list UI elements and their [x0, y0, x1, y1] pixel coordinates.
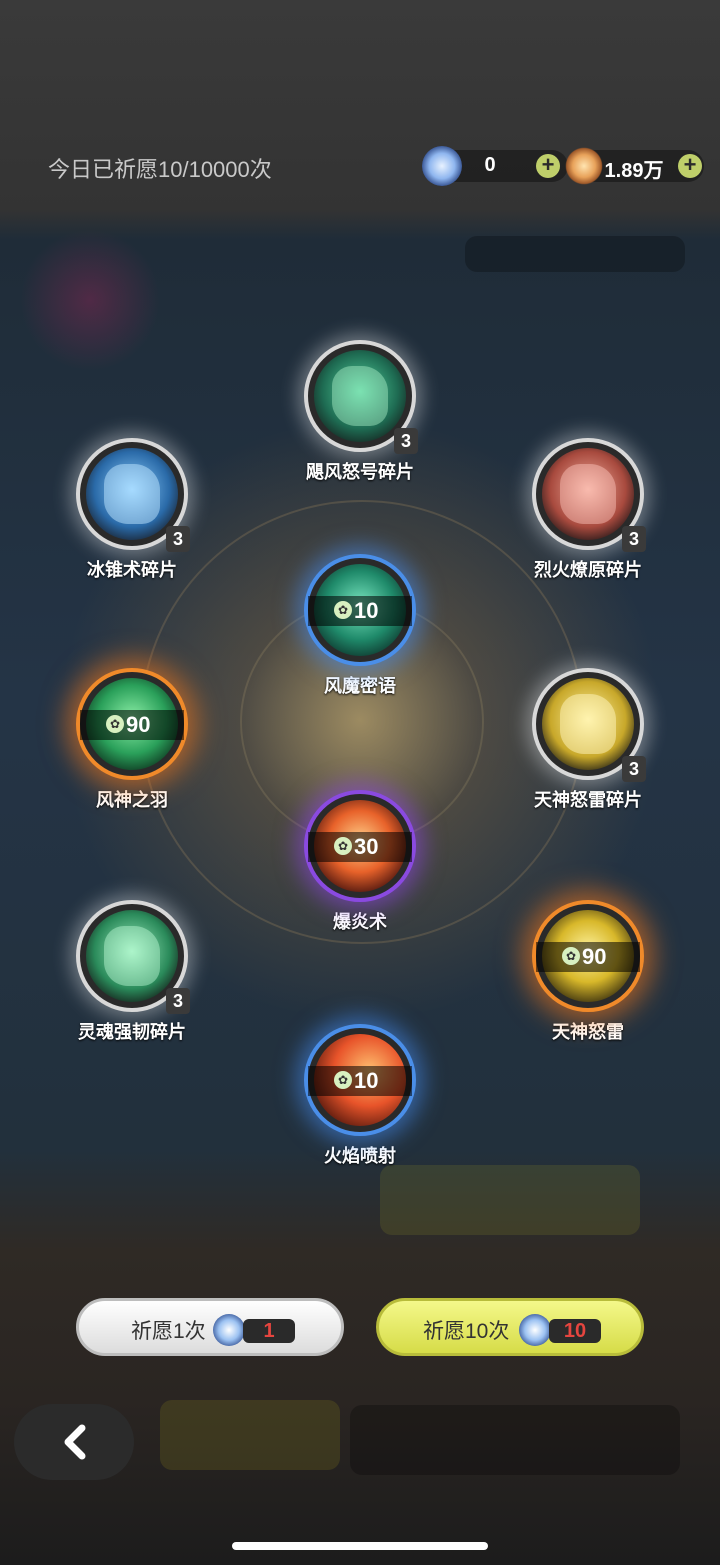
fragment-count: 3 — [622, 756, 646, 782]
puzzle-piece-icon — [332, 366, 388, 426]
clover-icon: ✿ — [334, 601, 352, 619]
puzzle-piece-icon — [560, 464, 616, 524]
fragment-orb: 3 — [532, 438, 646, 552]
blurred-panel — [350, 1405, 680, 1475]
item-name: 爆炎术 — [333, 912, 387, 932]
clover-icon: ✿ — [562, 947, 580, 965]
reward-item[interactable]: ✿ 30 爆炎术 — [250, 790, 470, 934]
reward-item[interactable]: 3 冰锥术碎片 — [22, 438, 242, 582]
skill-count: 90 — [126, 712, 151, 737]
fragment-art — [314, 350, 406, 442]
item-name: 飓风怒号碎片 — [306, 462, 414, 482]
crystal-icon — [213, 1314, 245, 1346]
fragment-orb: 3 — [76, 438, 190, 552]
blurred-panel — [160, 1400, 340, 1470]
star-value: 1.89万 — [604, 160, 664, 182]
fragment-art — [86, 448, 178, 540]
skill-orb: ✿ 10 — [304, 1024, 416, 1136]
crystal-value: 0 — [484, 154, 496, 176]
item-name: 天神怒雷 — [552, 1022, 624, 1042]
orange-star-icon — [564, 146, 604, 186]
skill-count-strip: ✿ 10 — [308, 1066, 412, 1096]
puzzle-piece-icon — [104, 464, 160, 524]
wish-once-button[interactable]: 祈愿1次 1 — [76, 1298, 344, 1356]
skill-orb: ✿ 30 — [304, 790, 416, 902]
crystal-icon — [519, 1314, 551, 1346]
item-name: 天神怒雷碎片 — [534, 790, 642, 810]
add-star-button[interactable]: + — [678, 154, 702, 178]
wish-once-label: 祈愿1次 — [131, 1320, 206, 1343]
clover-icon: ✿ — [334, 1071, 352, 1089]
blurred-panel — [465, 236, 685, 272]
fragment-art — [542, 448, 634, 540]
crystal-currency: 0 + — [422, 146, 568, 186]
item-name: 火焰喷射 — [324, 1146, 396, 1166]
chevron-left-icon — [64, 1424, 86, 1460]
fragment-count: 3 — [394, 428, 418, 454]
item-name: 灵魂强韧碎片 — [78, 1022, 186, 1042]
fragment-orb: 3 — [76, 900, 190, 1014]
skill-count-strip: ✿ 90 — [80, 710, 184, 740]
reward-item[interactable]: 3 天神怒雷碎片 — [478, 668, 698, 812]
clover-icon: ✿ — [334, 837, 352, 855]
daily-wish-count: 今日已祈愿10/10000次 — [48, 157, 272, 182]
item-name: 冰锥术碎片 — [87, 560, 177, 580]
heart-piece-icon — [104, 926, 160, 986]
wish-once-cost: 1 — [243, 1319, 295, 1343]
wish-ten-button[interactable]: 祈愿10次 10 — [376, 1298, 644, 1356]
reward-item[interactable]: ✿ 10 风魔密语 — [250, 554, 470, 698]
skill-count: 10 — [354, 1068, 379, 1093]
fragment-count: 3 — [166, 988, 190, 1014]
fragment-art — [86, 910, 178, 1002]
fragment-count: 3 — [622, 526, 646, 552]
reward-item[interactable]: 3 飓风怒号碎片 — [250, 340, 470, 484]
add-crystal-button[interactable]: + — [536, 154, 560, 178]
item-name: 烈火燎原碎片 — [534, 560, 642, 580]
puzzle-piece-icon — [560, 694, 616, 754]
back-button[interactable] — [14, 1404, 134, 1480]
skill-count: 90 — [582, 944, 607, 969]
top-bar: 今日已祈愿10/10000次 0 + 1.89万 + — [0, 130, 720, 200]
wish-ten-label: 祈愿10次 — [423, 1320, 510, 1343]
star-currency: 1.89万 + — [564, 146, 704, 186]
skill-count-strip: ✿ 90 — [536, 942, 640, 972]
item-name: 风魔密语 — [324, 676, 396, 696]
skill-count-strip: ✿ 10 — [308, 596, 412, 626]
fragment-orb: 3 — [532, 668, 646, 782]
reward-item[interactable]: ✿ 10 火焰喷射 — [250, 1024, 470, 1168]
skill-count: 10 — [354, 598, 379, 623]
skill-count-strip: ✿ 30 — [308, 832, 412, 862]
reward-item[interactable]: ✿ 90 天神怒雷 — [478, 900, 698, 1044]
skill-orb: ✿ 10 — [304, 554, 416, 666]
clover-icon: ✿ — [106, 715, 124, 733]
reward-item[interactable]: 3 烈火燎原碎片 — [478, 438, 698, 582]
skill-orb: ✿ 90 — [76, 668, 188, 780]
skill-count: 30 — [354, 834, 379, 859]
blue-crystal-icon — [422, 146, 462, 186]
fragment-count: 3 — [166, 526, 190, 552]
home-indicator[interactable] — [232, 1542, 488, 1550]
wish-ten-cost: 10 — [549, 1319, 601, 1343]
fragment-orb: 3 — [304, 340, 418, 454]
fragment-art — [542, 678, 634, 770]
skill-orb: ✿ 90 — [532, 900, 644, 1012]
item-name: 风神之羽 — [96, 790, 168, 810]
reward-item[interactable]: ✿ 90 风神之羽 — [22, 668, 242, 812]
blurred-panel — [380, 1165, 640, 1235]
reward-item[interactable]: 3 灵魂强韧碎片 — [22, 900, 242, 1044]
